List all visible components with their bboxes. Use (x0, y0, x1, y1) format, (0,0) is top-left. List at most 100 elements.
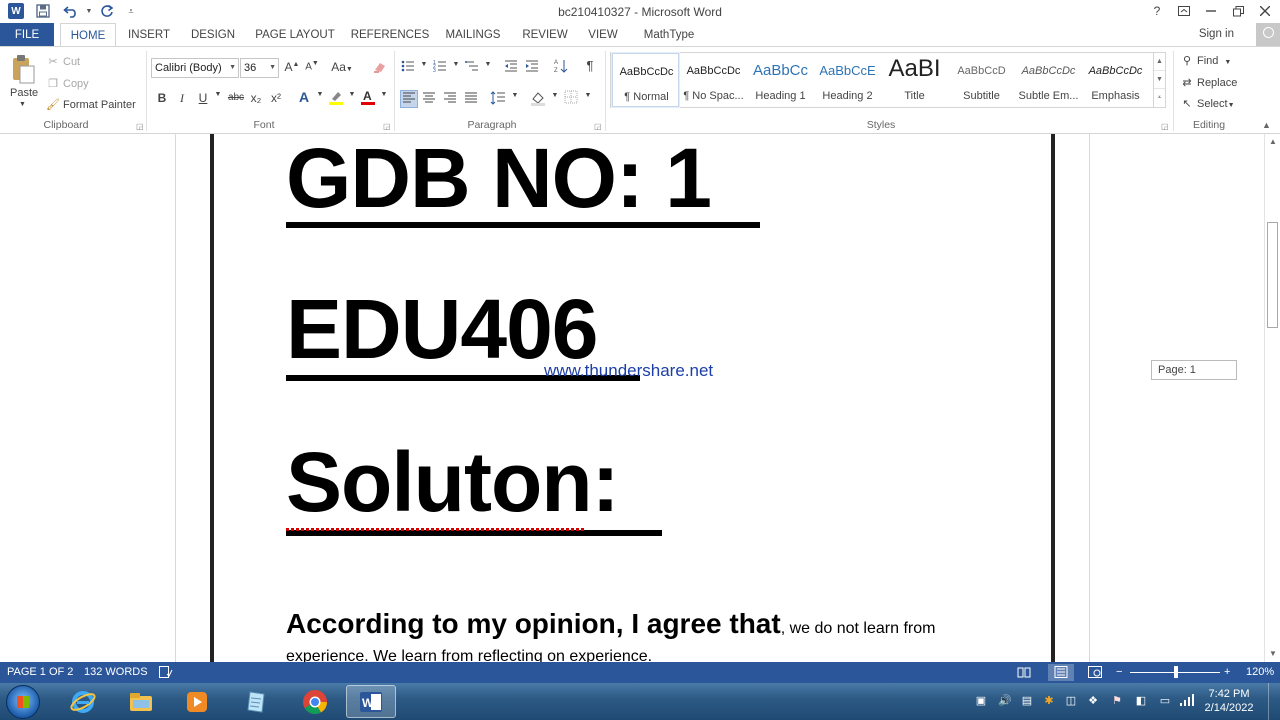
scroll-up-icon[interactable]: ▲ (1265, 134, 1280, 150)
taskbar-word[interactable]: W (346, 685, 396, 718)
tab-review[interactable]: REVIEW (518, 23, 572, 47)
bold-button[interactable]: B (154, 91, 170, 105)
decrease-indent-icon[interactable] (503, 59, 519, 76)
tray-app-icon[interactable]: ◫ (1064, 694, 1078, 708)
style-subtitle[interactable]: AaBbCcD Subtitle (948, 53, 1015, 107)
multilevel-list-icon[interactable] (464, 59, 480, 76)
subscript-button[interactable]: x₂ (248, 91, 264, 105)
action-center-icon[interactable]: ⚑ (1110, 694, 1124, 708)
replace-button[interactable]: ⇄ Replace (1180, 76, 1237, 89)
zoom-slider-thumb[interactable] (1174, 666, 1178, 678)
style-title[interactable]: AaBI Title (881, 53, 948, 107)
style-heading-2[interactable]: AaBbCcE Heading 2 (814, 53, 881, 107)
paragraph-launcher-icon[interactable]: ◲ (594, 122, 602, 131)
align-right-icon[interactable] (442, 91, 458, 108)
tab-mailings[interactable]: MAILINGS (442, 23, 504, 47)
find-button[interactable]: ⚲ Find ▼ (1180, 54, 1231, 67)
tab-home[interactable]: HOME (60, 23, 116, 47)
close-icon[interactable] (1251, 0, 1279, 22)
font-name-select[interactable]: Calibri (Body) ▼ (151, 58, 239, 78)
page-count[interactable]: PAGE 1 OF 2 (7, 666, 73, 678)
select-button[interactable]: ↖ Select▼ (1180, 97, 1234, 110)
taskbar-internet-explorer[interactable] (58, 685, 108, 718)
chevron-down-icon[interactable]: ▼ (344, 91, 360, 98)
web-layout-icon[interactable] (1088, 666, 1102, 681)
minimize-icon[interactable] (1197, 0, 1225, 22)
style-emphasis[interactable]: AaBbCcDc Emphasis (1082, 53, 1149, 107)
tray-app-icon[interactable]: ✱ (1042, 694, 1056, 708)
avatar[interactable] (1256, 23, 1280, 47)
clipboard-launcher-icon[interactable]: ◲ (136, 122, 144, 131)
more-styles-icon[interactable]: ⩡ (1154, 89, 1165, 107)
tray-app-icon[interactable]: ▤ (1020, 694, 1034, 708)
paste-dropdown-icon[interactable]: ▼ (19, 101, 26, 108)
show-desktop-button[interactable] (1268, 683, 1280, 720)
style-subtle-emphasis[interactable]: AaBbCcDc Subtle Em... (1015, 53, 1082, 107)
increase-indent-icon[interactable] (524, 59, 540, 76)
collapse-ribbon-icon[interactable]: ▲ (1262, 120, 1271, 130)
superscript-button[interactable]: x² (268, 91, 284, 105)
proofing-icon[interactable] (159, 666, 173, 681)
volume-icon[interactable]: 🔊 (998, 694, 1012, 708)
style-heading-1[interactable]: AaBbCc Heading 1 (747, 53, 814, 107)
system-clock[interactable]: 7:42 PM 2/14/2022 (1196, 687, 1262, 715)
underline-button[interactable]: U (195, 91, 211, 105)
print-layout-icon[interactable] (1048, 664, 1074, 681)
word-count[interactable]: 132 WORDS (84, 666, 148, 678)
strikethrough-button[interactable]: abc (226, 92, 246, 103)
scrollbar-thumb[interactable] (1267, 222, 1278, 328)
text-effects-icon[interactable]: A (296, 89, 312, 105)
chevron-down-icon[interactable]: ▼ (580, 92, 596, 99)
tab-page-layout[interactable]: PAGE LAYOUT (252, 23, 338, 47)
tab-insert[interactable]: INSERT (122, 23, 176, 47)
style-normal[interactable]: AaBbCcDc ¶ Normal (611, 52, 680, 108)
chevron-up-icon[interactable]: ▲ (1154, 53, 1165, 71)
ribbon-display-options-icon[interactable] (1170, 0, 1198, 22)
tab-mathtype[interactable]: MathType (636, 23, 702, 47)
scroll-down-icon[interactable]: ▼ (1265, 646, 1280, 662)
align-left-icon[interactable] (400, 90, 418, 108)
dropbox-icon[interactable]: ❖ (1086, 694, 1100, 708)
style-no-spacing[interactable]: AaBbCcDc ¶ No Spac... (680, 53, 747, 107)
signal-icon[interactable] (1180, 694, 1194, 708)
document-page[interactable]: GDB NO: 1 EDU406 www.thundershare.net So… (210, 134, 1055, 662)
tray-app-icon[interactable]: ▭ (1158, 694, 1172, 708)
tab-file[interactable]: FILE (0, 23, 54, 47)
highlight-color-icon[interactable] (328, 89, 344, 108)
align-center-icon[interactable] (421, 91, 437, 108)
chevron-down-icon[interactable]: ▼ (547, 92, 563, 99)
chevron-down-icon[interactable]: ▼ (507, 92, 523, 99)
sort-icon[interactable]: AZ (553, 58, 569, 77)
sign-in-link[interactable]: Sign in (1199, 28, 1234, 40)
network-tray-icon[interactable]: ▣ (974, 694, 988, 708)
shrink-font-icon[interactable]: A▼ (304, 60, 320, 72)
restore-icon[interactable] (1224, 0, 1252, 22)
justify-icon[interactable] (463, 91, 479, 108)
chevron-down-icon[interactable]: ▼ (480, 61, 496, 68)
taskbar-file-explorer[interactable] (116, 685, 166, 718)
vertical-scrollbar[interactable]: ▲ ▼ (1264, 134, 1280, 662)
clear-formatting-icon[interactable] (372, 60, 388, 77)
tab-references[interactable]: REFERENCES (350, 23, 430, 47)
numbering-icon[interactable]: 123 (432, 59, 448, 76)
help-icon[interactable]: ? (1143, 0, 1171, 22)
zoom-level[interactable]: 120% (1246, 666, 1274, 678)
font-launcher-icon[interactable]: ◲ (383, 122, 391, 131)
line-spacing-icon[interactable] (490, 90, 506, 109)
paste-icon[interactable] (10, 54, 36, 84)
grow-font-icon[interactable]: A▲ (284, 60, 300, 74)
chevron-down-icon[interactable]: ▼ (448, 61, 464, 68)
borders-icon[interactable] (563, 90, 579, 107)
zoom-in-button[interactable]: + (1224, 666, 1230, 678)
font-size-select[interactable]: 36 ▼ (240, 58, 279, 78)
chevron-down-icon[interactable]: ▼ (312, 91, 328, 98)
taskbar-chrome[interactable] (290, 685, 340, 718)
tab-design[interactable]: DESIGN (186, 23, 240, 47)
format-painter-button[interactable]: 🖌 Format Painter (46, 98, 136, 111)
italic-button[interactable]: I (174, 91, 190, 106)
styles-launcher-icon[interactable]: ◲ (1161, 122, 1169, 131)
tab-view[interactable]: VIEW (584, 23, 622, 47)
start-button[interactable] (6, 685, 40, 719)
copy-button[interactable]: ❐ Copy (46, 77, 89, 90)
shading-icon[interactable] (530, 90, 546, 109)
